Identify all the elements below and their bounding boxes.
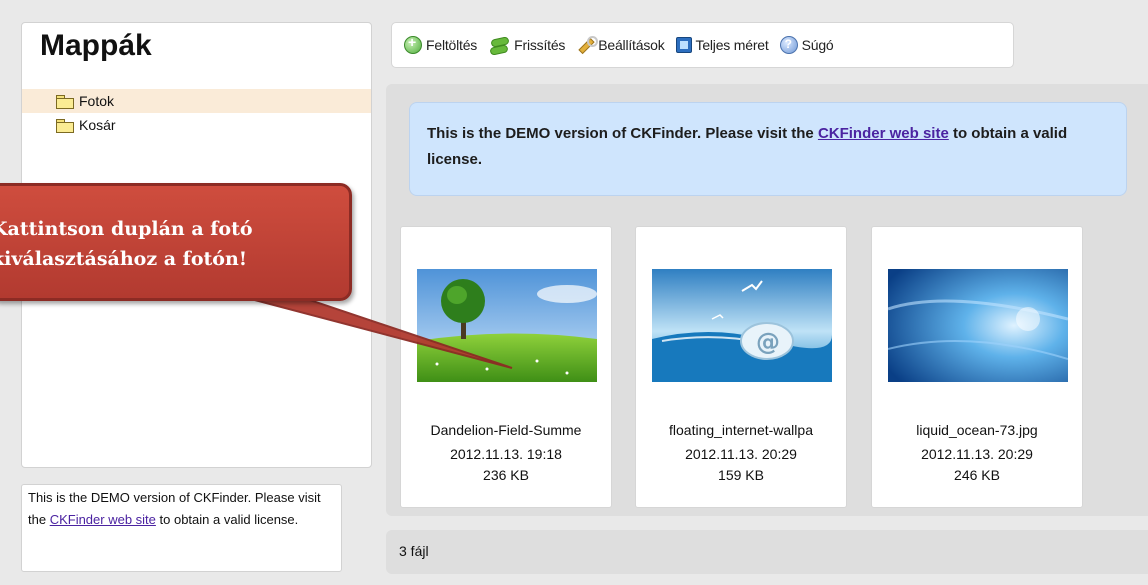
callout-line-2: kiválasztásához a fotón! bbox=[0, 248, 248, 270]
callout-line-1: Kattintson duplán a fotó bbox=[0, 218, 253, 240]
callout-text: Kattintson duplán a fotó kiválasztásához… bbox=[0, 214, 253, 274]
instruction-callout: Kattintson duplán a fotó kiválasztásához… bbox=[0, 183, 352, 301]
